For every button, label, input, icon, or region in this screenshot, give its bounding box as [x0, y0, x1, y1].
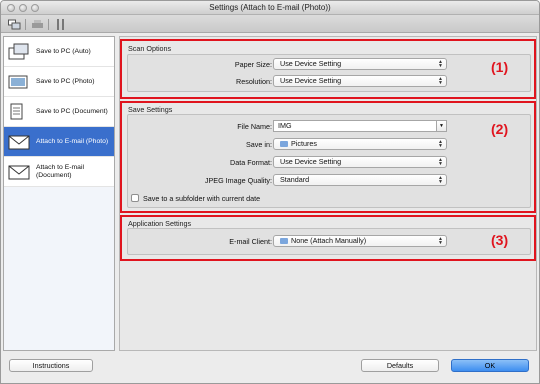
save-to-pc-document-icon	[10, 103, 23, 120]
email-document-icon	[8, 165, 30, 180]
chevron-updown-icon: ▲ ▼	[438, 139, 443, 149]
subfolder-checkbox[interactable]	[131, 194, 139, 202]
tools-icon[interactable]	[53, 18, 67, 30]
toolbar-separator	[25, 19, 26, 30]
sidebar-item-label: Attach to E-mail	[36, 163, 84, 171]
save-to-pc-photo-icon	[8, 75, 28, 89]
sidebar-item-save-to-pc-photo[interactable]: Save to PC (Photo)	[4, 67, 114, 97]
bottom-bar: Instructions Defaults OK	[1, 353, 539, 383]
scan-options-title: Scan Options	[128, 44, 172, 53]
annotation-number-2: (2)	[491, 121, 509, 137]
save-in-label: Save in:	[246, 140, 272, 149]
file-name-label: File Name:	[237, 122, 272, 131]
email-photo-icon	[8, 135, 30, 150]
file-name-combo[interactable]: IMG ▼	[273, 120, 447, 132]
sidebar: Save to PC (Auto) Save to PC (Photo) Sav…	[3, 36, 115, 351]
annotation-number-3: (3)	[491, 232, 509, 248]
sidebar-item-label: Attach to E-mail (Photo)	[36, 137, 109, 145]
email-client-select[interactable]: None (Attach Manually) ▲ ▼	[273, 235, 447, 247]
email-client-label: E-mail Client:	[229, 237, 272, 246]
sidebar-item-save-to-pc-document[interactable]: Save to PC (Document)	[4, 97, 114, 127]
sidebar-item-label: Save to PC (Document)	[36, 107, 108, 115]
chevron-updown-icon: ▲ ▼	[438, 76, 443, 86]
defaults-button[interactable]: Defaults	[361, 359, 439, 372]
title-bar: Settings (Attach to E-mail (Photo))	[1, 1, 539, 15]
save-settings-title: Save Settings	[128, 105, 173, 114]
annotation-number-1: (1)	[491, 59, 509, 75]
application-settings-title: Application Settings	[128, 219, 192, 228]
toolbar	[1, 15, 539, 33]
ok-button[interactable]: OK	[451, 359, 529, 372]
sidebar-item-label: Save to PC (Auto)	[36, 47, 91, 55]
subfolder-checkbox-label[interactable]: Save to a subfolder with current date	[143, 194, 260, 203]
window-title: Settings (Attach to E-mail (Photo))	[209, 3, 331, 12]
sidebar-item-attach-email-document[interactable]: Attach to E-mail (Document)	[4, 157, 114, 187]
chevron-updown-icon: ▲ ▼	[438, 157, 443, 167]
chevron-down-icon[interactable]: ▼	[436, 121, 446, 131]
scan-to-pc-icon[interactable]	[7, 18, 21, 30]
toolbar-separator	[48, 19, 49, 30]
sidebar-item-save-to-pc-auto[interactable]: Save to PC (Auto)	[4, 37, 114, 67]
printer-icon[interactable]	[30, 18, 44, 30]
folder-icon	[280, 238, 288, 244]
chevron-updown-icon: ▲ ▼	[438, 236, 443, 246]
save-in-select[interactable]: Pictures ▲ ▼	[273, 138, 447, 150]
save-to-pc-auto-icon	[8, 43, 29, 60]
jpeg-quality-select[interactable]: Standard ▲ ▼	[273, 174, 447, 186]
chevron-updown-icon: ▲ ▼	[438, 175, 443, 185]
data-format-select[interactable]: Use Device Setting ▲ ▼	[273, 156, 447, 168]
paper-size-select[interactable]: Use Device Setting ▲ ▼	[273, 58, 447, 70]
sidebar-item-attach-email-photo[interactable]: Attach to E-mail (Photo)	[4, 127, 114, 157]
resolution-select[interactable]: Use Device Setting ▲ ▼	[273, 75, 447, 87]
sidebar-item-label-line2: (Document)	[36, 171, 72, 179]
sidebar-item-label: Save to PC (Photo)	[36, 77, 95, 85]
folder-icon	[280, 141, 288, 147]
settings-window: Settings (Attach to E-mail (Photo)) Save…	[0, 0, 540, 384]
settings-content: Scan Options Paper Size: Use Device Sett…	[119, 36, 537, 351]
resolution-label: Resolution:	[236, 77, 272, 86]
jpeg-quality-label: JPEG Image Quality:	[204, 176, 272, 185]
chevron-updown-icon: ▲ ▼	[438, 59, 443, 69]
paper-size-label: Paper Size:	[234, 60, 272, 69]
data-format-label: Data Format:	[230, 158, 272, 167]
instructions-button[interactable]: Instructions	[9, 359, 93, 372]
